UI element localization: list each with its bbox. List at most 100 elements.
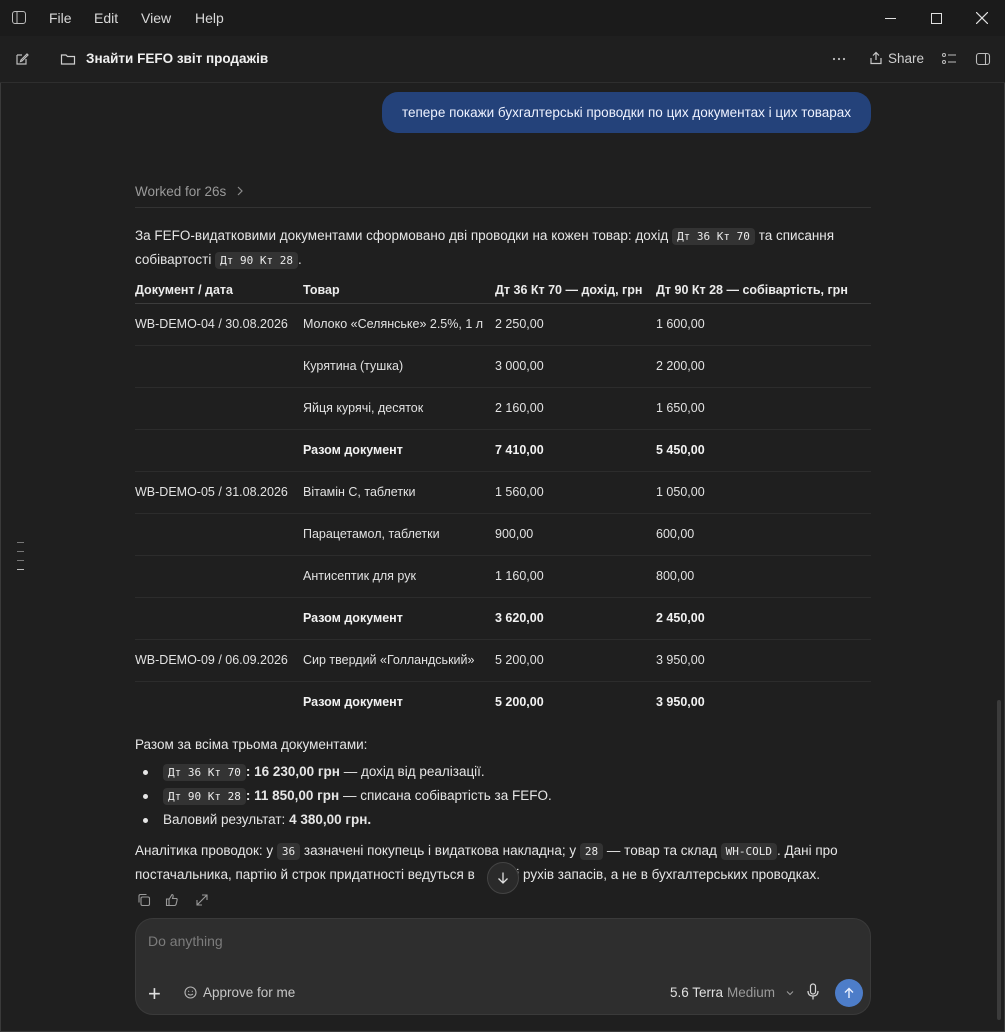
chat-title: Знайти FEFO звіт продажів	[86, 51, 269, 66]
task-list-icon[interactable]	[941, 51, 957, 67]
cell-document: WB-DEMO-05 / 31.08.2026	[135, 485, 288, 499]
scrollbar[interactable]	[997, 700, 1001, 1020]
fork-icon[interactable]	[195, 893, 209, 907]
maximize-icon	[930, 12, 942, 24]
cell-item: Вітамін С, таблетки	[303, 485, 416, 499]
cell-item: Антисептик для рук	[303, 569, 416, 583]
cell-cost: 600,00	[656, 527, 695, 541]
intro-paragraph: За FEFO-видатковими документами сформова…	[135, 224, 875, 272]
menu-help[interactable]: Help	[195, 0, 224, 36]
cell-item: Парацетамол, таблетки	[303, 527, 440, 541]
column-header: Дт 90 Кт 28 — собівартість, грн	[656, 283, 848, 297]
table-row: Парацетамол, таблетки 900,00 600,00	[135, 514, 871, 556]
scroll-to-bottom-button[interactable]	[487, 862, 519, 894]
outline-markers[interactable]	[17, 542, 24, 578]
share-button[interactable]: Share	[869, 36, 924, 82]
arrow-down-icon	[498, 872, 508, 884]
cell-cost: 800,00	[656, 569, 695, 583]
maximize-button[interactable]	[913, 0, 959, 36]
approve-icon	[184, 986, 197, 999]
menu-bar: File Edit View Help	[0, 0, 1005, 36]
list-item: Дт 36 Кт 70: 16 230,00 грн — дохід від р…	[143, 760, 552, 784]
divider	[135, 207, 871, 208]
close-icon	[976, 12, 988, 24]
approve-label: Approve for me	[203, 985, 296, 1000]
close-button[interactable]	[959, 0, 1005, 36]
model-selector[interactable]: 5.6 Terra Medium	[670, 985, 795, 1000]
cell-cost: 5 450,00	[656, 443, 705, 457]
chevron-down-icon	[786, 990, 794, 995]
worked-for-label: Worked for 26s	[135, 184, 227, 199]
inline-code: Дт 36 Кт 70	[163, 764, 246, 781]
send-button[interactable]	[835, 979, 863, 1007]
minimize-icon	[884, 17, 896, 19]
table-row: WB-DEMO-04 / 30.08.2026 Молоко «Селянське…	[135, 304, 871, 346]
summary-heading: Разом за всіма трьома документами:	[135, 737, 368, 752]
sidebar-toggle-icon[interactable]	[12, 11, 26, 24]
cell-income: 2 160,00	[495, 401, 544, 415]
microphone-icon[interactable]	[806, 983, 820, 1001]
cell-cost: 1 050,00	[656, 485, 705, 499]
cell-income: 3 620,00	[495, 611, 544, 625]
table-row: WB-DEMO-05 / 31.08.2026 Вітамін С, таблет…	[135, 472, 871, 514]
cell-cost: 1 600,00	[656, 317, 705, 331]
cell-income: 5 200,00	[495, 695, 544, 709]
cell-document: WB-DEMO-04 / 30.08.2026	[135, 317, 288, 331]
table-total-row: Разом документ 3 620,00 2 450,00	[135, 598, 871, 640]
bold-text: : 11 850,00 грн	[245, 788, 340, 803]
folder-icon	[60, 54, 76, 65]
table-body: WB-DEMO-04 / 30.08.2026 Молоко «Селянське…	[135, 304, 871, 723]
cell-cost: 2 200,00	[656, 359, 705, 373]
thumbs-feedback-icon[interactable]	[165, 893, 181, 907]
message-actions	[137, 893, 209, 907]
column-header: Дт 36 Кт 70 — дохід, грн	[495, 283, 643, 297]
list-item: Валовий результат: 4 380,00 грн.	[143, 808, 552, 832]
copy-icon[interactable]	[137, 893, 151, 907]
bold-text: : 16 230,00 грн	[245, 764, 340, 779]
list-text: — списана собівартість за FEFO.	[339, 788, 552, 803]
cell-income: 1 160,00	[495, 569, 544, 583]
menu-view[interactable]: View	[141, 0, 171, 36]
cell-cost: 3 950,00	[656, 653, 705, 667]
cell-item: Разом документ	[303, 695, 403, 709]
intro-text: За FEFO-видатковими документами сформова…	[135, 228, 669, 243]
list-text: Валовий результат:	[163, 812, 290, 827]
postings-table: Документ / дата Товар Дт 36 Кт 70 — дохі…	[135, 277, 871, 723]
inline-code: Дт 36 Кт 70	[672, 228, 755, 245]
compose-icon[interactable]	[14, 51, 30, 67]
panel-icon[interactable]	[975, 51, 991, 67]
menu-file[interactable]: File	[49, 0, 72, 36]
add-attachment-button[interactable]: +	[148, 983, 161, 1005]
table-row: Яйця курячі, десяток 2 160,00 1 650,00	[135, 388, 871, 430]
cell-cost: 3 950,00	[656, 695, 705, 709]
approve-for-me-toggle[interactable]: Approve for me	[184, 985, 295, 1000]
cell-item: Разом документ	[303, 611, 403, 625]
cell-income: 5 200,00	[495, 653, 544, 667]
cell-document: WB-DEMO-09 / 06.09.2026	[135, 653, 288, 667]
cell-item: Яйця курячі, десяток	[303, 401, 424, 415]
summary-list: Дт 36 Кт 70: 16 230,00 грн — дохід від р…	[135, 760, 552, 832]
cell-income: 2 250,00	[495, 317, 544, 331]
cell-item: Молоко «Селянське» 2.5%, 1 л	[303, 317, 484, 331]
list-item: Дт 90 Кт 28: 11 850,00 грн — списана соб…	[143, 784, 552, 808]
user-message-bubble: тепере покажи бухгалтерські проводки по …	[382, 92, 871, 133]
table-row: WB-DEMO-09 / 06.09.2026 Сир твердий «Голл…	[135, 640, 871, 682]
minimize-button[interactable]	[867, 0, 913, 36]
model-name: 5.6 Terra	[670, 985, 724, 1000]
inline-code: Дт 90 Кт 28	[163, 788, 246, 805]
cell-item: Сир твердий «Голландський»	[303, 653, 475, 667]
cell-item: Курятина (тушка)	[303, 359, 404, 373]
table-total-row: Разом документ 5 200,00 3 950,00	[135, 682, 871, 723]
inline-code: 28	[579, 843, 604, 860]
inline-code: Дт 90 Кт 28	[215, 252, 298, 269]
column-header: Документ / дата	[135, 283, 233, 297]
worked-for-toggle[interactable]: Worked for 26s	[135, 184, 244, 199]
cell-income: 900,00	[495, 527, 534, 541]
arrow-up-icon	[844, 987, 854, 998]
more-horizontal-icon[interactable]	[831, 51, 847, 67]
analytics-text: трі рухів запасів, а не в бухгалтерських…	[502, 867, 820, 882]
chat-header: Знайти FEFO звіт продажів Share	[0, 36, 1005, 83]
cell-income: 7 410,00	[495, 443, 544, 457]
menu-edit[interactable]: Edit	[94, 0, 118, 36]
message-input[interactable]: Do anything	[148, 933, 223, 949]
